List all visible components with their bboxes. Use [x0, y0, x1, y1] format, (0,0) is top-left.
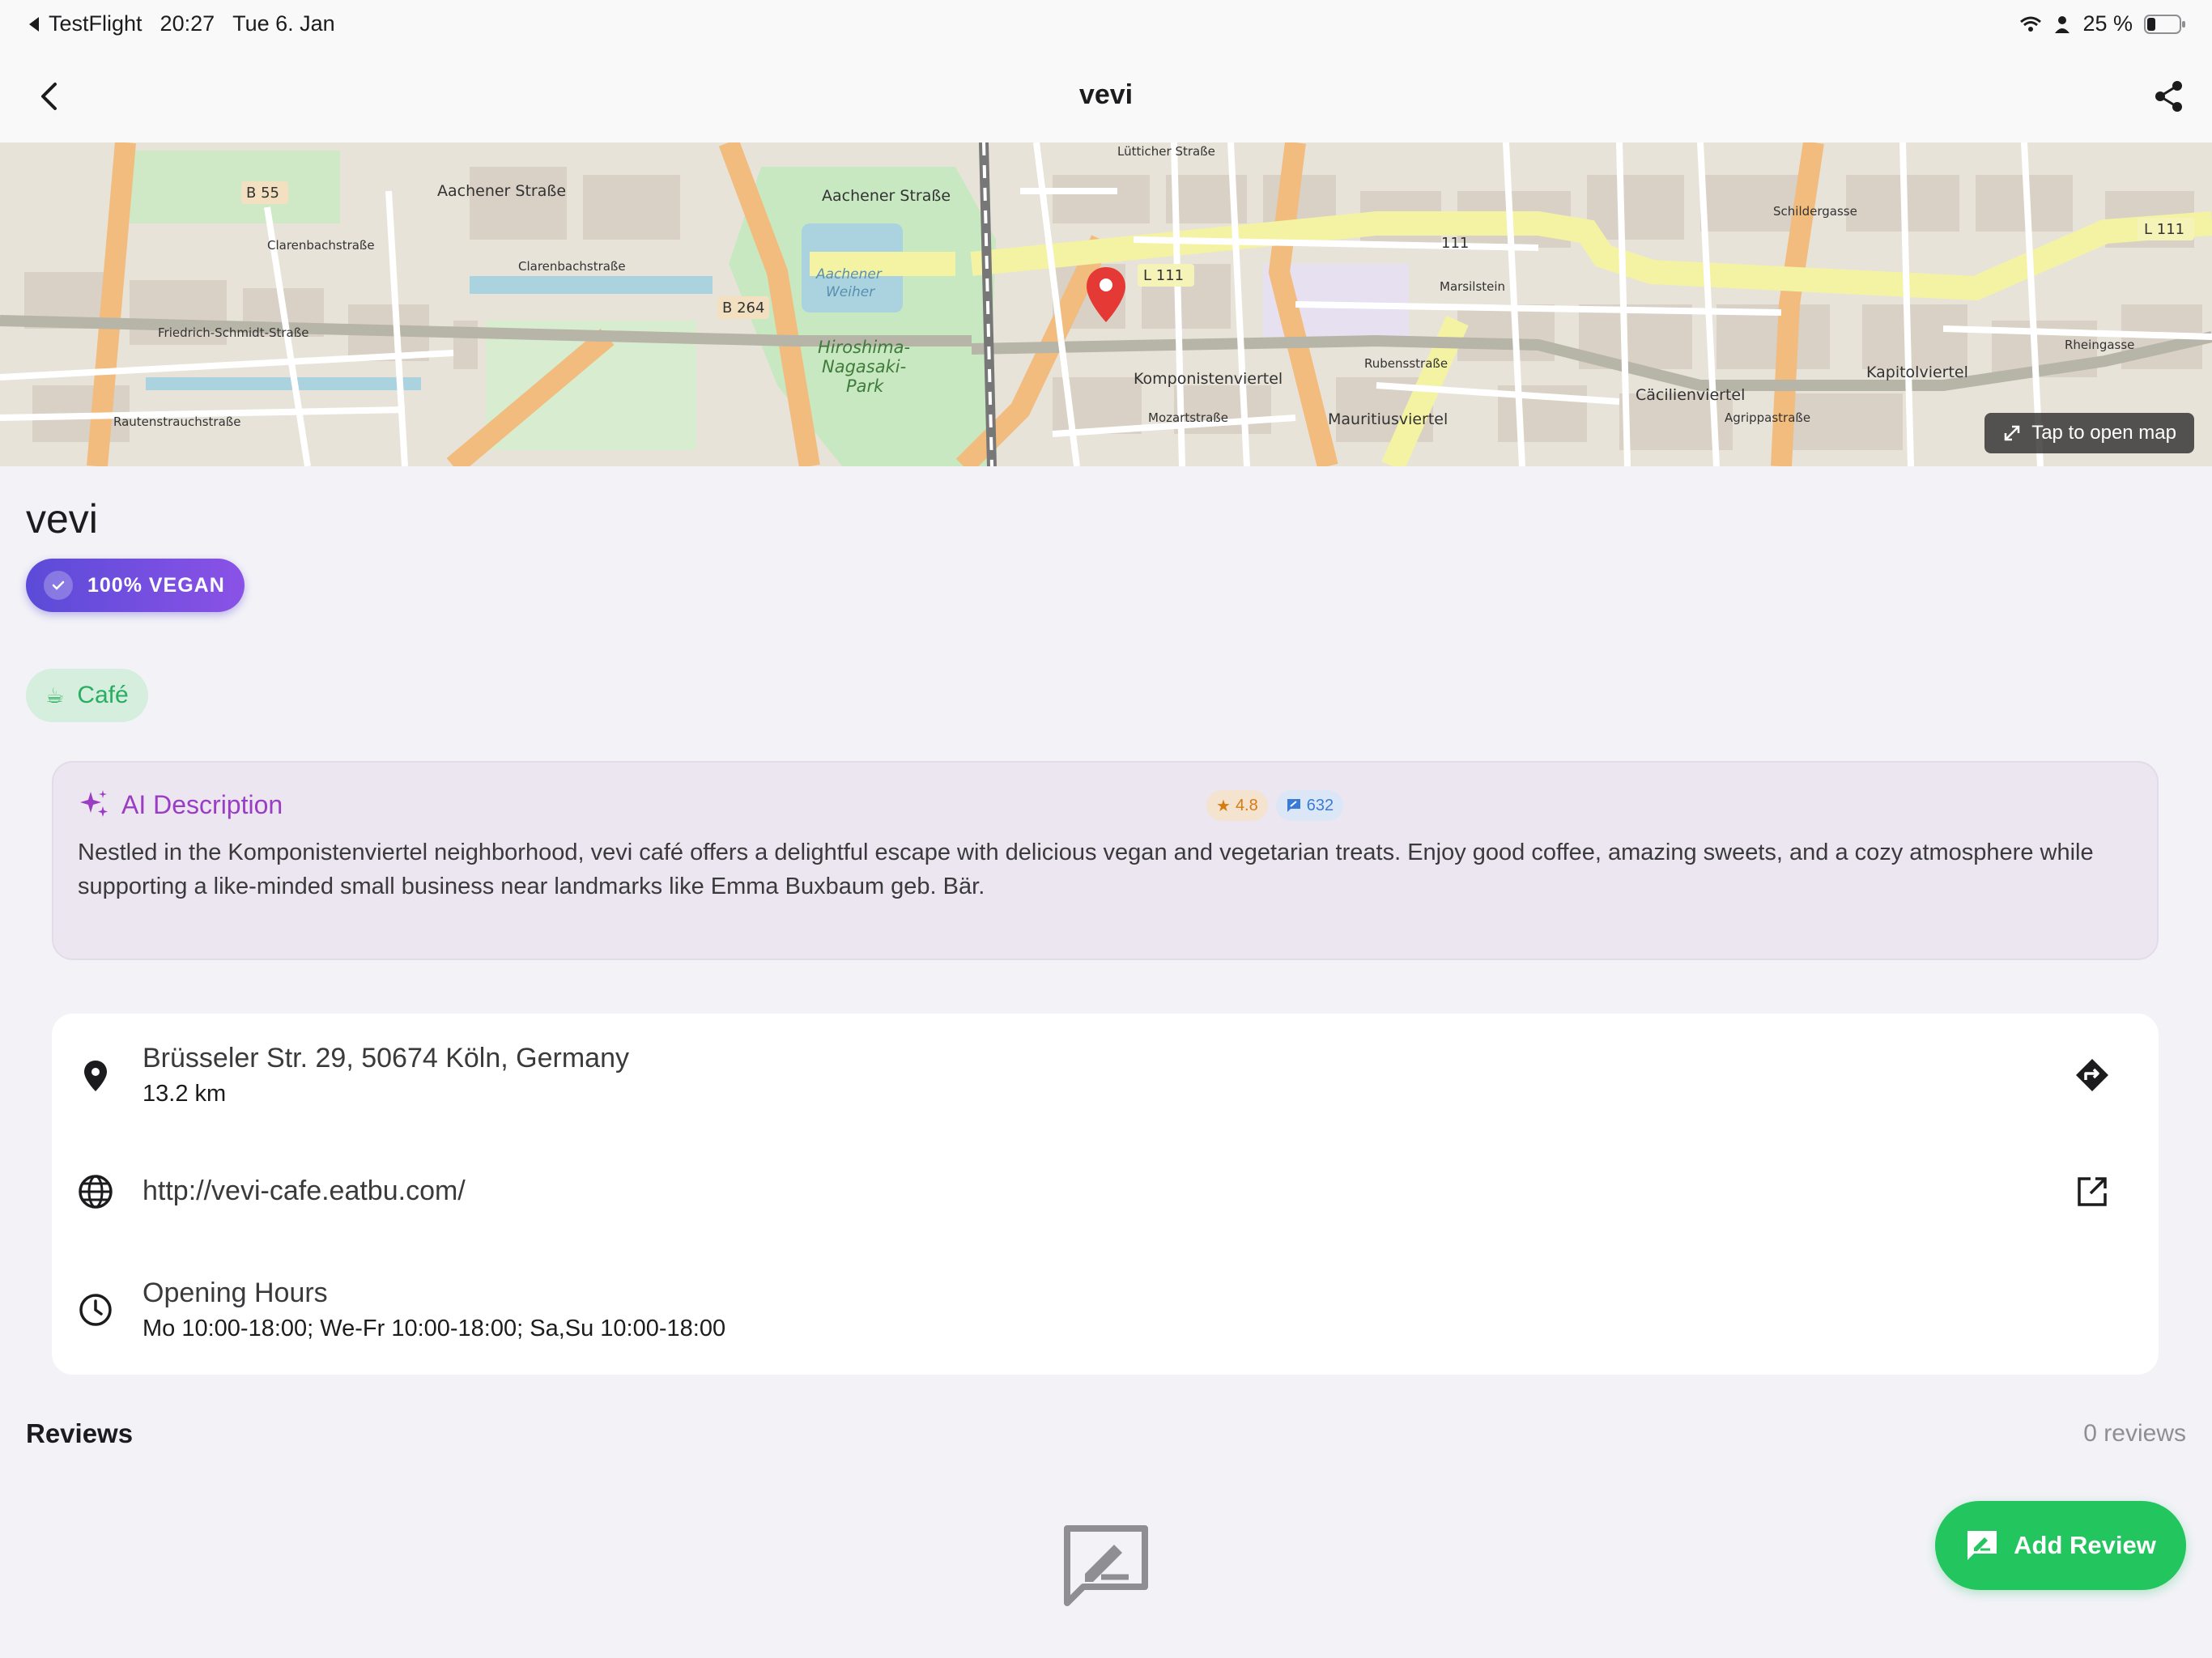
map-label: L 111	[2144, 221, 2184, 238]
map-label: Nagasaki-	[822, 357, 906, 376]
distance-text: 13.2 km	[143, 1081, 227, 1107]
map-label: Clarenbachstraße	[518, 259, 626, 274]
person-icon	[2055, 15, 2070, 33]
review-count-value: 632	[1306, 796, 1334, 814]
map-label: Rautenstrauchstraße	[113, 414, 240, 429]
status-time: 20:27	[160, 11, 215, 36]
coffee-icon: ☕	[45, 682, 65, 708]
map-label: Mozartstraße	[1148, 410, 1228, 425]
add-review-label: Add Review	[2014, 1531, 2156, 1559]
map-label: Aachener Straße	[437, 182, 566, 200]
map-tiles: B 55 Aachener Straße Aachener Straße Cla…	[0, 142, 2212, 466]
directions-button[interactable]	[2073, 1056, 2112, 1095]
ai-source-pills: ★ 4.8 632	[1206, 790, 1344, 821]
canal	[470, 276, 713, 294]
info-card: Brüsseler Str. 29, 50674 Köln, Germany 1…	[52, 1014, 2159, 1375]
map-label: Schildergasse	[1773, 204, 1857, 219]
vegan-badge-label: 100% VEGAN	[87, 573, 225, 597]
map-label: Clarenbachstraße	[267, 238, 375, 253]
directions-icon	[2076, 1059, 2108, 1091]
sparkles-icon	[80, 790, 108, 817]
rating-value: 4.8	[1235, 796, 1258, 814]
ai-description-header: AI Description	[78, 789, 283, 821]
map-label: Mauritiusviertel	[1328, 410, 1448, 428]
review-icon	[1287, 799, 1300, 812]
open-external-icon	[2078, 1177, 2107, 1206]
website-url: http://vevi-cafe.eatbu.com/	[143, 1175, 466, 1206]
map-label: Rubensstraße	[1364, 356, 1448, 371]
reviews-count: 0 reviews	[2083, 1420, 2186, 1447]
address-row[interactable]: Brüsseler Str. 29, 50674 Köln, Germany 1…	[52, 1014, 2159, 1135]
map-label: Komponistenviertel	[1134, 370, 1283, 388]
map-label: Lütticher Straße	[1117, 144, 1215, 159]
map-label: 111	[1441, 235, 1469, 252]
rating-pill: ★ 4.8	[1206, 790, 1268, 821]
map-label: Park	[846, 376, 884, 396]
website-row[interactable]: http://vevi-cafe.eatbu.com/	[52, 1135, 2159, 1248]
vegan-badge: 100% VEGAN	[26, 559, 245, 612]
star-icon: ★	[1216, 797, 1231, 815]
back-app-label: TestFlight	[49, 11, 143, 36]
map-label: Hiroshima-	[818, 338, 910, 357]
share-icon	[2155, 81, 2182, 112]
open-map-label: Tap to open map	[2031, 422, 2176, 444]
map-label: Aachener	[815, 266, 883, 283]
opening-hours-text: Mo 10:00-18:00; We-Fr 10:00-18:00; Sa,Su…	[143, 1316, 726, 1341]
map-label: Cäcilienviertel	[1636, 386, 1745, 404]
add-review-button[interactable]: Add Review	[1935, 1501, 2186, 1590]
map-label: Kapitolviertel	[1866, 363, 1968, 381]
back-triangle-icon	[29, 16, 39, 32]
globe-icon	[79, 1175, 113, 1209]
back-to-app[interactable]: TestFlight	[26, 11, 143, 36]
map-preview[interactable]: B 55 Aachener Straße Aachener Straße Cla…	[0, 142, 2212, 466]
ai-description-title: AI Description	[121, 789, 283, 819]
canal	[146, 377, 421, 390]
review-count-pill: 632	[1275, 790, 1344, 821]
category-label: Café	[77, 682, 129, 708]
map-label: Friedrich-Schmidt-Straße	[158, 325, 308, 340]
nav-title: vevi	[1078, 79, 1134, 110]
clock-icon	[79, 1294, 112, 1326]
status-bar: TestFlight 20:27 Tue 6. Jan 25 %	[0, 0, 2212, 52]
place-title: vevi	[26, 496, 98, 542]
map-label: Weiher	[826, 284, 875, 300]
checkmark-icon	[44, 571, 73, 600]
expand-icon	[2004, 425, 2020, 441]
green-area	[130, 151, 340, 223]
opening-hours-label: Opening Hours	[143, 1278, 328, 1308]
navigation-bar: vevi	[0, 52, 2212, 142]
open-website-button[interactable]	[2073, 1172, 2112, 1211]
empty-review-icon	[1064, 1525, 1148, 1606]
open-map-button[interactable]: Tap to open map	[1984, 413, 2194, 453]
map-label: L 111	[1143, 267, 1184, 284]
opening-hours-row[interactable]: Opening Hours Mo 10:00-18:00; We-Fr 10:0…	[52, 1248, 2159, 1375]
ai-description-text: Nestled in the Komponistenviertel neighb…	[78, 840, 2094, 899]
address-text: Brüsseler Str. 29, 50674 Köln, Germany	[143, 1043, 629, 1073]
wifi-icon	[2020, 16, 2042, 32]
battery-percent: 25 %	[2082, 11, 2133, 36]
location-pin-icon	[84, 1061, 107, 1091]
share-button[interactable]	[2150, 78, 2188, 115]
map-label: Aachener Straße	[822, 187, 951, 205]
map-label: B 264	[722, 300, 764, 317]
map-label: Agrippastraße	[1725, 410, 1810, 425]
map-label: Rheingasse	[2065, 338, 2134, 352]
map-label: B 55	[246, 185, 279, 202]
category-chip: ☕ Café	[26, 669, 148, 722]
rate-review-icon	[1967, 1531, 1997, 1560]
status-date: Tue 6. Jan	[232, 11, 335, 36]
map-label: Marsilstein	[1440, 279, 1505, 294]
ai-description-card: AI Description ★ 4.8 632 Nestled in the …	[52, 761, 2159, 960]
reviews-heading: Reviews	[26, 1418, 134, 1448]
battery-icon	[2144, 14, 2185, 34]
